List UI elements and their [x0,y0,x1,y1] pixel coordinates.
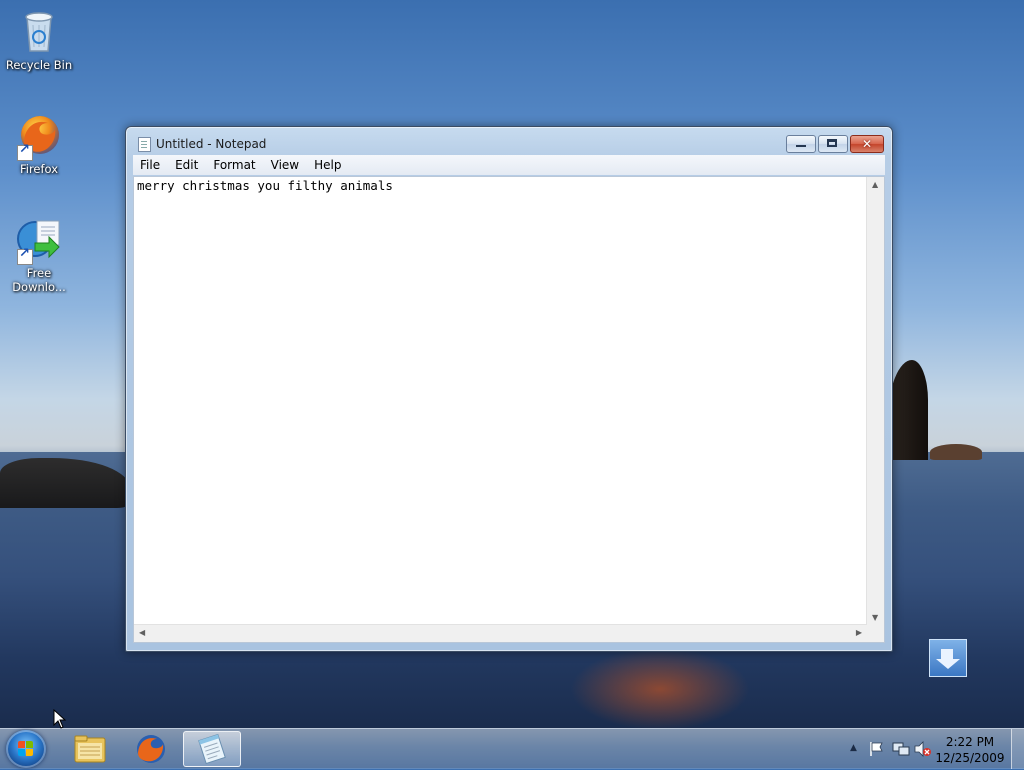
show-desktop-button[interactable] [1011,729,1024,769]
folder-icon [74,735,106,763]
close-button[interactable]: ✕ [850,135,884,153]
scroll-left-icon[interactable]: ◀ [139,628,145,637]
taskbar: ▲ 2:22 PM 12/25/2009 [0,728,1024,769]
close-icon: ✕ [861,137,873,151]
vertical-scrollbar[interactable]: ▲ ▼ [866,177,884,625]
firefox-icon [137,735,165,763]
window-titlebar[interactable]: Untitled - Notepad ✕ [126,127,892,157]
menu-help[interactable]: Help [307,158,349,172]
taskbar-notepad[interactable] [183,731,241,767]
clock[interactable]: 2:22 PM 12/25/2009 [930,734,1010,766]
mouse-cursor-icon [53,709,67,729]
recycle-bin-icon [15,7,63,55]
scroll-right-icon[interactable]: ▶ [856,628,862,637]
minimize-icon [796,145,806,147]
network-icon[interactable] [892,741,910,757]
menu-edit[interactable]: Edit [168,158,206,172]
resize-grip[interactable] [867,625,884,642]
maximize-icon [827,139,837,147]
document-text[interactable]: merry christmas you filthy animals [137,178,393,193]
menu-view[interactable]: View [264,158,307,172]
desktop-icon-label: Recycle Bin [5,58,73,72]
menu-bar: File Edit Format View Help [133,155,885,175]
desktop-icon-recycle-bin[interactable]: Recycle Bin [1,7,77,72]
clock-date: 12/25/2009 [935,751,1005,765]
free-download-manager-icon [15,215,63,265]
system-tray: ▲ 2:22 PM 12/25/2009 [834,729,1024,769]
wallpaper-cliff [888,360,928,460]
window-title: Untitled - Notepad [156,137,267,151]
maximize-button[interactable] [818,135,848,153]
wallpaper-reflection [570,648,750,730]
notepad-icon [138,137,151,152]
minimize-button[interactable] [786,135,816,153]
wallpaper-island [930,444,982,460]
scroll-down-icon[interactable]: ▼ [872,613,878,622]
action-center-flag-icon[interactable] [869,741,885,757]
desktop-icon-firefox[interactable]: Firefox [1,111,77,176]
show-hidden-icons-arrow[interactable]: ▲ [850,743,857,753]
notepad-icon [198,733,226,765]
clock-time: 2:22 PM [945,735,995,749]
start-button[interactable] [6,730,46,768]
shortcut-arrow-icon [17,247,33,265]
caption-buttons: ✕ [784,135,884,153]
notepad-window[interactable]: Untitled - Notepad ✕ File Edit Format Vi… [125,126,893,652]
taskbar-explorer[interactable] [62,731,120,767]
taskbar-firefox[interactable] [122,731,180,767]
text-editor[interactable]: merry christmas you filthy animals ▲ ▼ ◀… [133,176,885,643]
windows-logo-icon [18,741,34,757]
shortcut-arrow-icon [17,143,33,161]
firefox-icon [15,111,63,161]
horizontal-scrollbar[interactable]: ◀ ▶ [134,624,867,642]
menu-file[interactable]: File [133,158,168,172]
desktop-icon-label: Free Downlo... [12,266,66,294]
desktop-icon-label: Firefox [19,162,59,176]
scroll-up-icon[interactable]: ▲ [872,180,878,189]
desktop-icon-free-download-manager[interactable]: Free Downlo... [1,215,77,294]
download-arrow-icon[interactable] [929,639,967,677]
menu-format[interactable]: Format [206,158,263,172]
